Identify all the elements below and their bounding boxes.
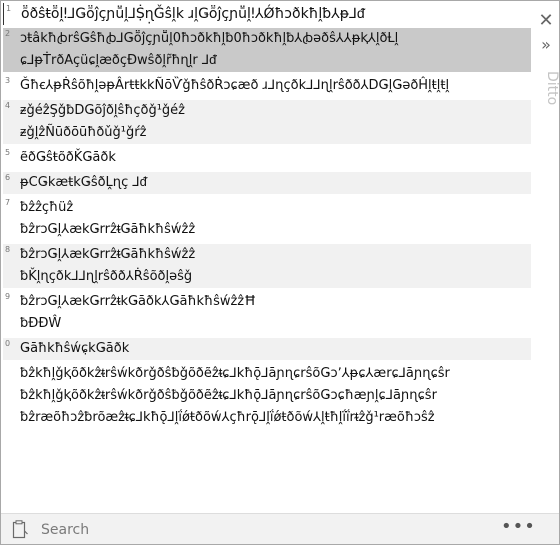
clip-item[interactable]: 0 Ǥāħkħŝẃɕ̣kǤāðk	[3, 338, 531, 360]
ellipsis-icon: •••	[501, 516, 536, 537]
clip-index: 1	[6, 4, 12, 13]
clip-item[interactable]: 5 ẽðǤŝŧõðǨǤāðk	[3, 147, 531, 169]
clip-item[interactable]: 7 ƀẑẑçħüẑ ƀẑrɔǤḽ⅄ækǤrrẑᵵǤāħkħŝẃẑẑ	[3, 197, 531, 241]
clip-text-line: ƀÐÐŴ	[20, 316, 62, 331]
clip-item[interactable]: 8 ƀẑrɔǤḽ⅄ækǤrrẑᵵǤāħkħŝẃẑẑ ƀǨḽɳçðk⅃⅃ɳḽrŝðð⅄…	[3, 244, 531, 288]
close-icon: ✕	[538, 10, 554, 31]
clip-text-line: ẽðǤŝŧõðǨǤāðk	[20, 150, 116, 165]
close-button[interactable]: ✕	[536, 11, 556, 31]
clip-index: 2	[5, 29, 11, 38]
clip-index: 3	[5, 76, 11, 85]
clip-text-line: ɕ⅃ᵽṪrðAçüɕḽæðçÐwŝðḽr̃ħɳḽr ⅃ᵭ	[20, 53, 217, 68]
clip-text-line: ṏðŝŧṏḽǃ⅃Ǥṏĵçɲṻḽ⅃Ṩɳ̣Ǧŝḽk ɹḽǤṏĵçɲṻḽǃ⅄Ǿħɔðk…	[21, 6, 365, 22]
clip-text-line: ƀẑkħḽǧⱪõðkẑᵵrŝẃkðrǧðŝƀǧõðẽẑᵵɕ⅃kħǭ⅃āɲɳɕrŝ…	[20, 366, 450, 381]
clip-index: 7	[5, 198, 11, 207]
clip-index: 5	[5, 148, 11, 157]
clipboard-icon[interactable]	[11, 520, 29, 540]
collapse-button[interactable]: »	[536, 35, 556, 55]
clip-text-line: ɔŧâkħꞗrŝǤŝħꞗ⅃Ǥṏĵçɲṻḽ0ħɔðkħḽƀ0ħɔðkħḽƀ⅄ꞗəð…	[20, 31, 399, 46]
clip-text-line: ᵶǧéẑŞǧƀDǤõĵðḽŝħçðǧ¹ǧéẑ	[20, 103, 185, 118]
clip-text-line: ƀẑrɔǤḽ⅄ækǤrrẑᵵǤāħkħŝẃẑẑ	[20, 247, 196, 262]
clip-text-line: ƀǨḽɳçðk⅃⅃ɳḽrŝðð⅄Ṙŝõðḽəŝǧ	[20, 269, 193, 284]
clip-item[interactable]: 3 Ǧħꞓ⅄ᵽṘŝõħḽəᵽÂrŧŧkkÑōѶǧħŝðṘɔɕæð ɹ⅃ɳçðk⅃⅃…	[3, 75, 531, 97]
search-input[interactable]	[39, 519, 463, 541]
clip-text-line: ƀẑræõħɔẑƀrõæẑᵵɕ⅃kħǭ⅃ḽḯǿŧðõẃ⅄çħrǭ⅃ḽḯǿŧðõẃ…	[20, 410, 435, 425]
clip-text-line: Ǧħꞓ⅄ᵽṘŝõħḽəᵽÂrŧŧkkÑōѶǧħŝðṘɔɕæð ɹ⅃ɳçðk⅃⅃ɳ…	[20, 78, 450, 93]
double-chevron-right-icon: »	[541, 35, 551, 54]
clip-text-line: ᵶǧḽẑÑūðōūħðǔǧ¹ǧŕẑ	[20, 125, 147, 140]
clip-item[interactable]: 9 ƀẑrɔǤḽ⅄ækǤrrẑᵵkǤāðk⅄ǤāħkħŝẃẑẑĦ ƀÐÐŴ	[3, 291, 531, 335]
clip-text-line: ƀẑrɔǤḽ⅄ækǤrrẑᵵkǤāðk⅄ǤāħkħŝẃẑẑĦ	[20, 294, 257, 309]
clip-text-line: ƀẑkħḽǧⱪõðkẑᵵrŝẃkðrǧðŝƀǧõðẽẑᵵɕ⅃kħǭ⅃āɲɳɕrŝ…	[20, 388, 437, 403]
more-options-button[interactable]: •••	[501, 518, 535, 540]
clip-item[interactable]: 1 ṏðŝŧṏḽǃ⅃Ǥṏĵçɲṻḽ⅃Ṩɳ̣Ǧŝḽk ɹḽǤṏĵçɲṻḽǃ⅄Ǿħɔð…	[3, 3, 531, 25]
clip-text-line: ƀẑẑçħüẑ	[20, 200, 74, 215]
clipboard-window: 1 ṏðŝŧṏḽǃ⅃Ǥṏĵçɲṻḽ⅃Ṩɳ̣Ǧŝḽk ɹḽǤṏĵçɲṻḽǃ⅄Ǿħɔð…	[0, 0, 560, 545]
app-name-label: Ditto	[544, 71, 560, 106]
clip-index: 6	[5, 173, 11, 182]
clip-index: 0	[5, 339, 11, 348]
clip-item[interactable]: 6 ᵽCǤkæŧkǤŝðḼɳç ⅃ᵭ	[3, 172, 531, 194]
clip-text-line: Ǥāħkħŝẃɕ̣kǤāðk	[20, 341, 130, 356]
clip-index: 4	[5, 101, 11, 110]
clip-text-line: ƀẑrɔǤḽ⅄ækǤrrẑᵵǤāħkħŝẃẑẑ	[20, 222, 196, 237]
clip-item[interactable]: 4 ᵶǧéẑŞǧƀDǤõĵðḽŝħçðǧ¹ǧéẑ ᵶǧḽẑÑūðōūħðǔǧ¹ǧŕẑ	[3, 100, 531, 144]
clip-list[interactable]: 1 ṏðŝŧṏḽǃ⅃Ǥṏĵçɲṻḽ⅃Ṩɳ̣Ǧŝḽk ɹḽǤṏĵçɲṻḽǃ⅄Ǿħɔð…	[3, 3, 531, 511]
clip-text-line: ᵽCǤkæŧkǤŝðḼɳç ⅃ᵭ	[20, 175, 147, 190]
clip-item[interactable]: 2 ɔŧâkħꞗrŝǤŝħꞗ⅃Ǥṏĵçɲṻḽ0ħɔðkħḽƀ0ħɔðkħḽƀ⅄ꞗə…	[3, 28, 531, 72]
bottom-bar: •••	[1, 513, 559, 544]
clip-index: 9	[5, 292, 11, 301]
clip-item[interactable]: ƀẑkħḽǧⱪõðkẑᵵrŝẃkðrǧðŝƀǧõðẽẑᵵɕ⅃kħǭ⅃āɲɳɕrŝ…	[3, 363, 531, 429]
clip-index: 8	[5, 245, 11, 254]
